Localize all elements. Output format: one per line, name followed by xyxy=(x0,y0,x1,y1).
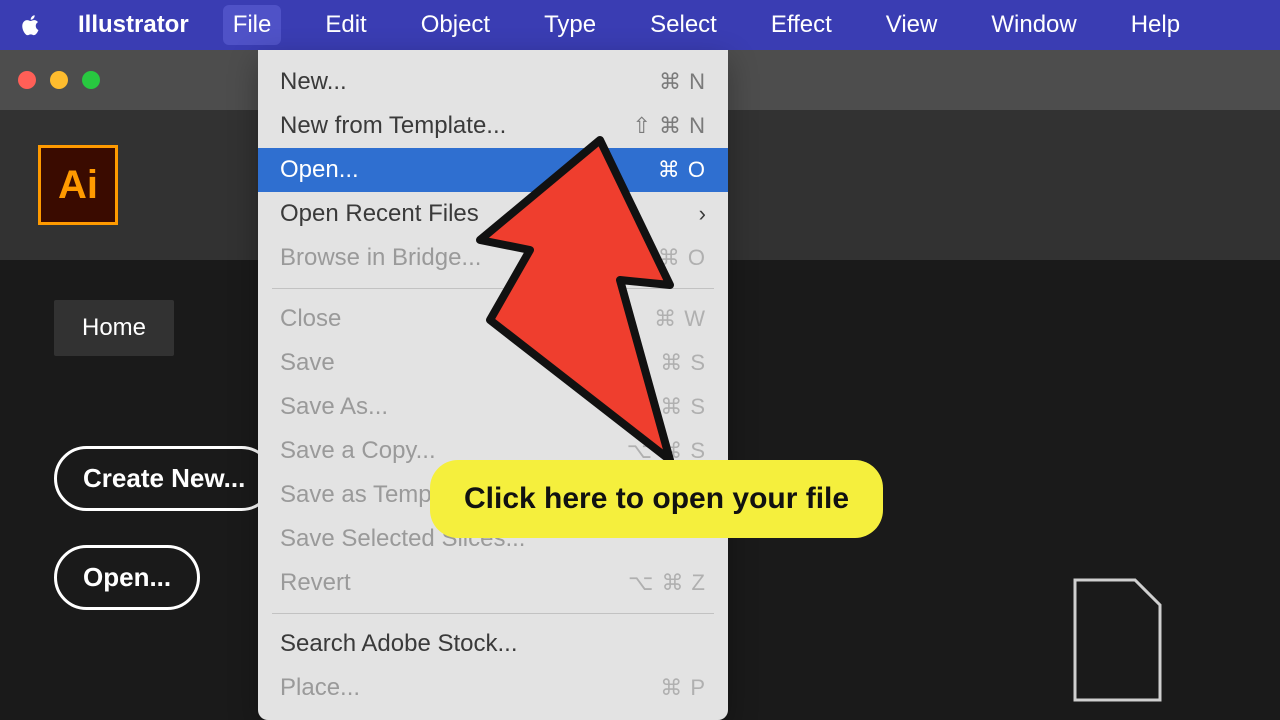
menu-select[interactable]: Select xyxy=(640,5,727,45)
document-icon xyxy=(1060,575,1170,710)
menu-shortcut: ⌥ ⌘ O xyxy=(624,245,706,271)
menu-window[interactable]: Window xyxy=(981,5,1086,45)
illustrator-logo-icon: Ai xyxy=(38,145,118,225)
menu-shortcut: ⌘ P xyxy=(660,675,706,701)
minimize-window-icon[interactable] xyxy=(50,71,68,89)
menu-shortcut: ⌘ S xyxy=(660,350,706,376)
apple-icon[interactable] xyxy=(18,12,44,38)
menu-item-label: Revert xyxy=(280,569,351,597)
menu-view[interactable]: View xyxy=(876,5,948,45)
menu-item-browse-in-bridge: Browse in Bridge... ⌥ ⌘ O xyxy=(258,236,728,280)
menu-item-new-from-template[interactable]: New from Template... ⇧ ⌘ N xyxy=(258,104,728,148)
tab-home[interactable]: Home xyxy=(54,300,174,356)
menu-type[interactable]: Type xyxy=(534,5,606,45)
menu-shortcut: ⌘ O xyxy=(658,157,706,183)
menu-item-label: Open... xyxy=(280,156,359,184)
menu-shortcut: ⌘ W xyxy=(654,306,706,332)
zoom-window-icon[interactable] xyxy=(82,71,100,89)
menu-object[interactable]: Object xyxy=(411,5,500,45)
menu-item-label: Save a Copy... xyxy=(280,437,436,465)
menu-item-label: New from Template... xyxy=(280,112,506,140)
menu-shortcut: ⌥ ⌘ Z xyxy=(628,570,706,596)
menu-item-label: Save xyxy=(280,349,335,377)
chevron-right-icon: › xyxy=(699,201,706,227)
menu-separator xyxy=(272,613,714,614)
menu-separator xyxy=(272,288,714,289)
menu-item-search-adobe-stock[interactable]: Search Adobe Stock... xyxy=(258,622,728,666)
menu-effect[interactable]: Effect xyxy=(761,5,842,45)
menu-item-label: Open Recent Files xyxy=(280,200,479,228)
open-button[interactable]: Open... xyxy=(54,545,200,610)
menu-item-label: Place... xyxy=(280,674,360,702)
macos-menubar: Illustrator File Edit Object Type Select Effe… xyxy=(0,0,1280,50)
annotation-callout: Click here to open your file xyxy=(430,460,883,538)
menu-item-save-as: Save As... ⇧ ⌘ S xyxy=(258,385,728,429)
menu-item-label: New... xyxy=(280,68,347,96)
app-name[interactable]: Illustrator xyxy=(78,11,189,39)
menu-item-place: Place... ⌘ P xyxy=(258,666,728,710)
menu-item-label: Search Adobe Stock... xyxy=(280,630,517,658)
file-menu-dropdown: New... ⌘ N New from Template... ⇧ ⌘ N Open..… xyxy=(258,50,728,720)
menu-shortcut: ⇧ ⌘ S xyxy=(634,394,706,420)
menu-item-new[interactable]: New... ⌘ N xyxy=(258,60,728,104)
menu-item-open[interactable]: Open... ⌘ O xyxy=(258,148,728,192)
close-window-icon[interactable] xyxy=(18,71,36,89)
menu-edit[interactable]: Edit xyxy=(315,5,376,45)
menu-item-save: Save ⌘ S xyxy=(258,341,728,385)
menu-help[interactable]: Help xyxy=(1121,5,1190,45)
menu-item-label: Browse in Bridge... xyxy=(280,244,481,272)
menu-file[interactable]: File xyxy=(223,5,282,45)
menu-item-revert: Revert ⌥ ⌘ Z xyxy=(258,561,728,605)
menu-shortcut: ⇧ ⌘ N xyxy=(632,113,706,139)
menu-item-open-recent-files[interactable]: Open Recent Files › xyxy=(258,192,728,236)
create-new-button[interactable]: Create New... xyxy=(54,446,274,511)
menu-item-label: Close xyxy=(280,305,341,333)
menu-item-label: Save As... xyxy=(280,393,388,421)
menu-shortcut: ⌘ N xyxy=(659,69,706,95)
menu-item-close: Close ⌘ W xyxy=(258,297,728,341)
